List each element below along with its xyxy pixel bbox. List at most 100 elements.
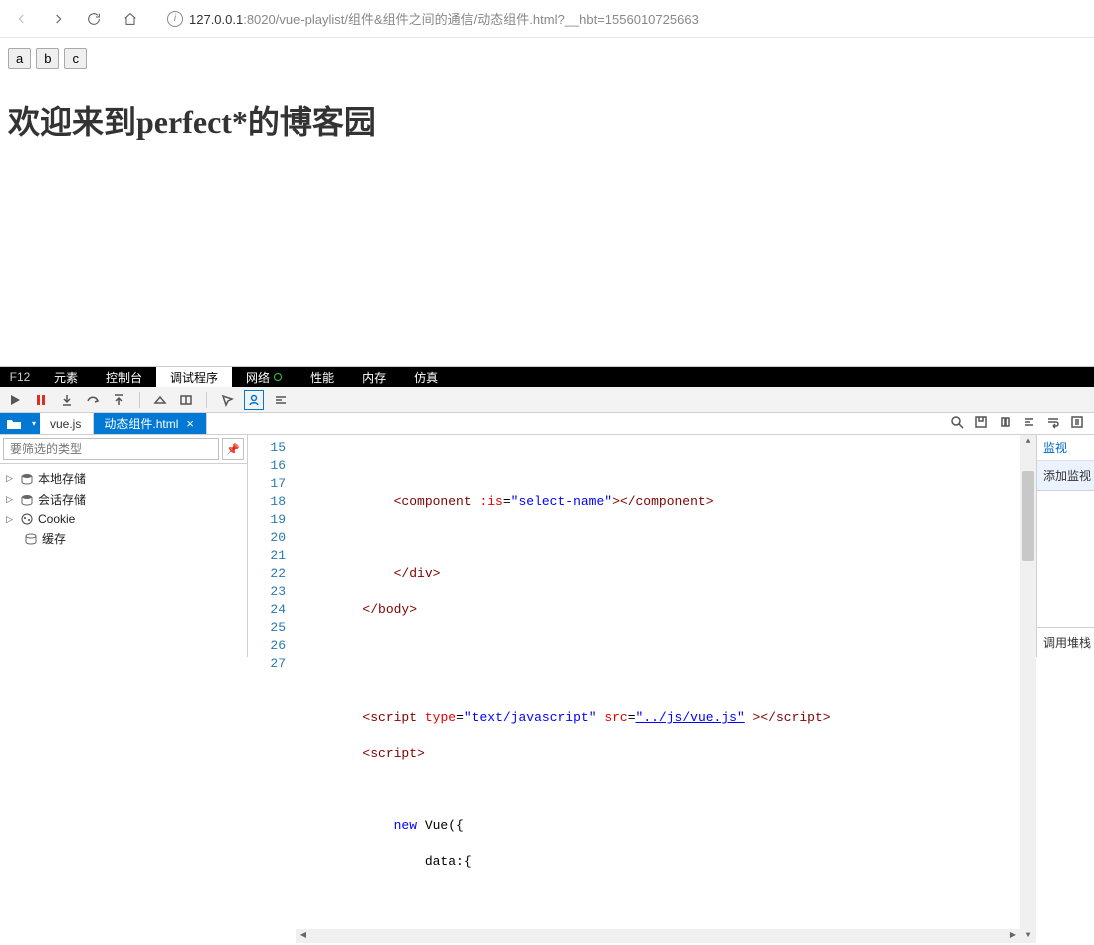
scroll-thumb[interactable] (1020, 449, 1036, 929)
scroll-up-icon[interactable]: ▲ (1020, 435, 1036, 449)
forward-button[interactable] (42, 4, 74, 34)
line-no: 15 (248, 439, 286, 457)
step-out-button[interactable] (110, 391, 128, 409)
search-icon (950, 415, 964, 429)
debugger-body: 📌 ▷ 本地存储 ▷ 会话存储 ▷ Cookie (0, 435, 1094, 657)
tab-memory[interactable]: 内存 (348, 367, 400, 387)
save-button[interactable] (974, 415, 988, 432)
tab-memory-label: 内存 (362, 369, 386, 386)
line-no: 25 (248, 619, 286, 637)
file-tab-vuejs[interactable]: vue.js (40, 413, 94, 434)
page-heading: 欢迎来到perfect*的博客园 (8, 97, 1086, 143)
tab-elements-label: 元素 (54, 369, 78, 386)
tree-local-label: 本地存储 (38, 470, 86, 487)
step-into-icon (60, 393, 74, 407)
line-gutter: 15 16 17 18 19 20 21 22 23 24 25 26 27 (248, 435, 296, 943)
record-icon (274, 373, 282, 381)
pretty-print-button[interactable] (272, 391, 290, 409)
scroll-left-icon[interactable]: ◀ (296, 929, 310, 943)
tree-session-storage[interactable]: ▷ 会话存储 (6, 489, 247, 510)
site-info-icon[interactable]: i (167, 11, 183, 27)
cache-icon (24, 533, 38, 545)
pause-button[interactable] (32, 391, 50, 409)
button-row: a b c (8, 48, 1086, 69)
tab-performance[interactable]: 性能 (296, 367, 348, 387)
cursor-icon (220, 393, 234, 407)
scroll-down-icon[interactable]: ▼ (1020, 929, 1036, 943)
button-a[interactable]: a (8, 48, 31, 69)
storage-tree: ▷ 本地存储 ▷ 会话存储 ▷ Cookie 缓存 (0, 464, 247, 549)
line-no: 19 (248, 511, 286, 529)
code-token: <script> (362, 746, 424, 761)
refresh-button[interactable] (78, 4, 110, 34)
tree-local-storage[interactable]: ▷ 本地存储 (6, 468, 247, 489)
code-token: script> (776, 710, 831, 725)
exceptions-button[interactable] (177, 391, 195, 409)
code-text: <component :is="select-name"></component… (296, 435, 1020, 943)
file-picker-dropdown[interactable]: ▾ (28, 413, 40, 434)
tab-elements[interactable]: 元素 (40, 367, 92, 387)
dom-pick-button[interactable] (218, 391, 236, 409)
pin-button[interactable]: 📌 (222, 438, 244, 460)
home-icon (122, 11, 138, 27)
wrap-button[interactable] (1046, 415, 1060, 432)
code-token: </div> (394, 566, 441, 581)
tab-network[interactable]: 网络 (232, 367, 296, 387)
person-icon (247, 393, 261, 407)
watch-header[interactable]: 监视 (1037, 435, 1094, 461)
file-tabstrip: ▾ vue.js 动态组件.html × (0, 413, 1094, 435)
pause-icon (34, 393, 48, 407)
url-host: 127.0.0.1 (189, 12, 243, 27)
tab-debugger[interactable]: 调试程序 (156, 367, 232, 387)
add-watch-row[interactable]: 添加监视 (1037, 461, 1094, 491)
code-token: :is (479, 494, 502, 509)
f12-label: F12 (0, 367, 40, 387)
browser-toolbar: i 127.0.0.1:8020/vue-playlist/组件&组件之间的通信… (0, 0, 1094, 38)
close-icon[interactable]: × (186, 417, 194, 430)
toolbar-separator (139, 392, 140, 408)
code-editor[interactable]: 15 16 17 18 19 20 21 22 23 24 25 26 27 <… (248, 435, 1036, 943)
back-button[interactable] (6, 4, 38, 34)
debugger-toolbar (0, 387, 1094, 413)
button-b[interactable]: b (36, 48, 59, 69)
twisty-icon: ▷ (6, 514, 16, 525)
h-scrollbar[interactable]: ◀ ▶ (296, 929, 1020, 943)
code-token: "select-name" (511, 494, 612, 509)
break-new-worker-button[interactable] (151, 391, 169, 409)
continue-button[interactable] (6, 391, 24, 409)
tree-cache[interactable]: 缓存 (6, 528, 247, 549)
address-bar[interactable]: i 127.0.0.1:8020/vue-playlist/组件&组件之间的通信… (158, 5, 1088, 33)
step-over-button[interactable] (84, 391, 102, 409)
step-into-button[interactable] (58, 391, 76, 409)
filter-input[interactable] (3, 438, 219, 460)
code-column: 15 16 17 18 19 20 21 22 23 24 25 26 27 <… (248, 435, 1036, 657)
tree-cookie[interactable]: ▷ Cookie (6, 510, 247, 528)
search-button[interactable] (950, 415, 964, 432)
compare-icon (998, 415, 1012, 429)
just-my-code-button[interactable] (244, 390, 264, 410)
home-button[interactable] (114, 4, 146, 34)
tab-console[interactable]: 控制台 (92, 367, 156, 387)
file-picker-button[interactable] (0, 413, 28, 434)
scroll-right-icon[interactable]: ▶ (1006, 929, 1020, 943)
tab-console-label: 控制台 (106, 369, 142, 386)
code-token: Vue({ (417, 818, 464, 833)
compare-button[interactable] (998, 415, 1012, 432)
line-no: 26 (248, 637, 286, 655)
file-tab-dynamic-component[interactable]: 动态组件.html × (94, 413, 207, 434)
button-c[interactable]: c (64, 48, 87, 69)
tab-emulation[interactable]: 仿真 (400, 367, 452, 387)
folder-icon (7, 419, 21, 429)
filter-row: 📌 (0, 435, 247, 464)
line-no: 16 (248, 457, 286, 475)
watch-pane: 监视 添加监视 调用堆栈 (1036, 435, 1094, 657)
format-button[interactable] (1022, 415, 1036, 432)
line-no: 18 (248, 493, 286, 511)
options-button[interactable] (1070, 415, 1084, 432)
format-icon (1022, 415, 1036, 429)
url-path: :8020/vue-playlist/组件&组件之间的通信/动态组件.html?… (243, 12, 699, 27)
exceptions-icon (179, 393, 193, 407)
callstack-header[interactable]: 调用堆栈 (1037, 627, 1094, 657)
v-scrollbar[interactable]: ▲ ▼ (1020, 435, 1036, 943)
code-token: "../js/vue.js" (636, 710, 745, 725)
